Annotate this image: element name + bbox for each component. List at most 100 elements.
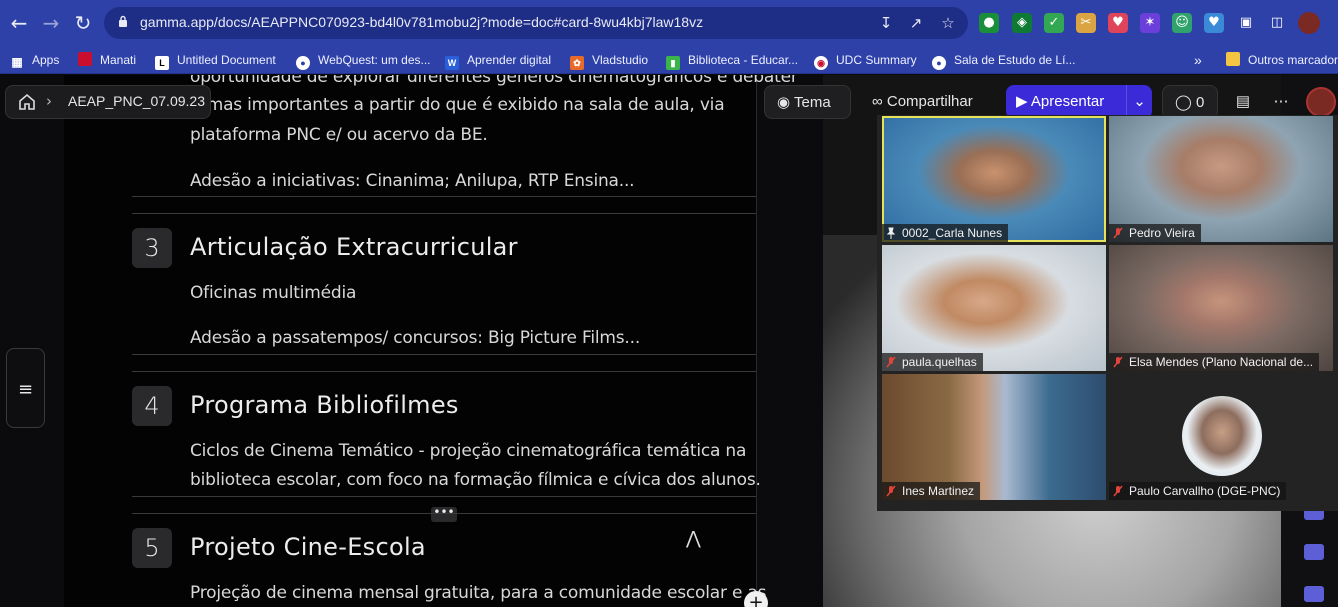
extension-green-icon[interactable]: ● [979, 13, 999, 33]
participant-tile[interactable]: Elsa Mendes (Plano Nacional de... [1109, 245, 1333, 371]
participant-name: paula.quelhas [882, 353, 983, 371]
bookmark-vladstudio[interactable]: ✿ Vladstudio [570, 51, 648, 70]
share-page-icon[interactable]: ↗ [906, 13, 926, 33]
bookmark-other[interactable]: Outros marcadores [1226, 51, 1338, 69]
bookmark-biblioteca[interactable]: ▮ Biblioteca - Educar... [666, 51, 798, 70]
card-title[interactable]: Projeto Cine-Escola [190, 533, 426, 561]
card-number: 5 [132, 528, 172, 568]
card-text[interactable]: Projeção de cinema mensal gratuita, para… [190, 579, 767, 607]
theme-button[interactable]: ◉ Tema [764, 85, 851, 119]
home-icon[interactable] [18, 93, 36, 111]
present-options-button[interactable]: ⌄ [1126, 85, 1152, 119]
analytics-icon[interactable]: ▤ [1228, 85, 1258, 119]
extension-scissors-icon[interactable]: ✂ [1076, 13, 1096, 33]
participant-tile[interactable]: Pedro Vieira [1109, 116, 1333, 242]
muted-mic-icon [1113, 356, 1123, 368]
card-number: 3 [132, 228, 172, 268]
card-divider [132, 196, 756, 197]
extension-sparkle-icon[interactable]: ✶ [1140, 13, 1160, 33]
chevron-right-icon: › [46, 92, 52, 110]
participant-name: Paulo Carvallho (DGE-PNC) [1109, 482, 1287, 500]
extension-pocket-icon[interactable]: ♥ [1108, 13, 1128, 33]
bookmarks-overflow[interactable]: » [1194, 51, 1202, 69]
participant-tile[interactable]: paula.quelhas [882, 245, 1106, 371]
forward-arrow-icon[interactable]: → [39, 11, 63, 35]
more-options-icon[interactable]: ⋯ [1266, 85, 1296, 119]
doc-line: temas importantes a partir do que é exib… [190, 95, 725, 115]
bookmark-apps[interactable]: ▦ Apps [10, 51, 59, 69]
card-text[interactable]: Oficinas multimédia [190, 279, 356, 308]
extension-face-icon[interactable]: ☺ [1172, 13, 1192, 33]
folder-icon [1226, 52, 1240, 66]
card-divider [132, 371, 756, 372]
card-tool-icon[interactable] [1304, 544, 1324, 560]
bookmark-webquest[interactable]: ● WebQuest: um des... [296, 51, 431, 70]
doc-line: Adesão a iniciativas: Cinanima; Anilupa,… [190, 171, 635, 191]
doc-line: plataforma PNC e/ ou acervo da BE. [190, 125, 488, 145]
bookmark-udc-summary[interactable]: ◉ UDC Summary [814, 51, 917, 70]
card-number: 4 [132, 386, 172, 426]
card-divider [132, 213, 756, 214]
card-text[interactable]: biblioteca escolar, com foco na formação… [190, 466, 761, 495]
vladstudio-icon: ✿ [570, 56, 584, 70]
extension-shield-icon[interactable]: ✓ [1044, 13, 1064, 33]
extension-shield-dark-icon[interactable]: ◈ [1012, 13, 1032, 33]
lock-icon [119, 15, 127, 27]
address-bar[interactable]: gamma.app/docs/AEAPPNC070923-bd4l0v781mo… [104, 7, 968, 39]
url-text[interactable]: gamma.app/docs/AEAPPNC070923-bd4l0v781mo… [140, 14, 703, 30]
bookmark-sala-estudo[interactable]: ● Sala de Estudo de Lí... [932, 51, 1075, 70]
participant-avatar [1182, 396, 1262, 476]
comments-button[interactable]: ◯ 0 [1162, 85, 1218, 119]
globe-icon: ● [932, 56, 946, 70]
document-icon: L [155, 56, 169, 70]
participant-name: Elsa Mendes (Plano Nacional de... [1109, 353, 1320, 371]
install-icon[interactable]: ↧ [876, 13, 896, 33]
bookmark-star-icon[interactable]: ☆ [938, 13, 958, 33]
user-avatar[interactable] [1306, 87, 1336, 117]
bookmark-untitled-document[interactable]: L Untitled Document [155, 51, 276, 70]
muted-mic-icon [1113, 227, 1123, 239]
card-divider [132, 513, 756, 514]
breadcrumb-doc-title[interactable]: AEAP_PNC_07.09.23 [68, 93, 205, 109]
present-button[interactable]: ▶ Apresentar [1006, 85, 1126, 119]
word-icon: W [445, 56, 459, 70]
manati-icon [78, 52, 92, 66]
share-button[interactable]: ∞ Compartilhar [862, 85, 1002, 119]
bookmark-aprender-digital[interactable]: W Aprender digital [445, 51, 551, 70]
biblioteca-icon: ▮ [666, 56, 680, 70]
participant-name: Ines Martinez [882, 482, 981, 500]
extensions-puzzle-icon[interactable]: ▣ [1236, 13, 1256, 33]
table-of-contents-toggle[interactable]: ≡ [6, 348, 45, 428]
link-icon: ∞ [872, 93, 883, 110]
video-call-panel: 0002_Carla Nunes Pedro Vieira paula.quel… [877, 115, 1338, 511]
card-text[interactable]: Adesão a passatempos/ concursos: Big Pic… [190, 324, 640, 353]
card-title[interactable]: Programa Bibliofilmes [190, 391, 459, 419]
extension-heart-icon[interactable]: ♥ [1204, 13, 1224, 33]
bookmark-manati[interactable]: Manati [78, 51, 136, 69]
pin-icon [886, 227, 896, 239]
side-panel-icon[interactable]: ◫ [1267, 13, 1287, 33]
participant-tile[interactable]: Ines Martinez [882, 374, 1106, 500]
card-text[interactable]: Ciclos de Cinema Temático - projeção cin… [190, 437, 746, 466]
card-divider [132, 354, 756, 355]
profile-avatar[interactable] [1298, 12, 1320, 34]
play-icon: ▶ [1016, 93, 1028, 110]
browser-toolbar: ← → ↻ gamma.app/docs/AEAPPNC070923-bd4l0… [0, 0, 1338, 46]
participant-tile[interactable]: Paulo Carvallho (DGE-PNC) [1109, 374, 1333, 500]
card-title[interactable]: Articulação Extracurricular [190, 233, 518, 261]
muted-mic-icon [1113, 485, 1123, 497]
text-cursor-icon: ⋀ [686, 528, 701, 549]
palette-icon: ◉ [777, 94, 791, 111]
edit-tool-icon[interactable] [1304, 586, 1324, 602]
reload-icon[interactable]: ↻ [71, 11, 95, 35]
card-options-button[interactable]: ••• [431, 506, 457, 522]
udc-icon: ◉ [814, 56, 828, 70]
participant-name: Pedro Vieira [1109, 224, 1201, 242]
participant-tile[interactable]: 0002_Carla Nunes [882, 116, 1106, 242]
chevron-down-icon: ⌄ [1133, 93, 1146, 110]
apps-grid-icon: ▦ [11, 55, 23, 69]
menu-lines-icon: ≡ [18, 379, 34, 400]
doc-line: oportunidade de explorar diferentes géne… [190, 75, 798, 87]
back-arrow-icon[interactable]: ← [7, 11, 31, 35]
breadcrumb[interactable]: › AEAP_PNC_07.09.23 [5, 85, 211, 119]
